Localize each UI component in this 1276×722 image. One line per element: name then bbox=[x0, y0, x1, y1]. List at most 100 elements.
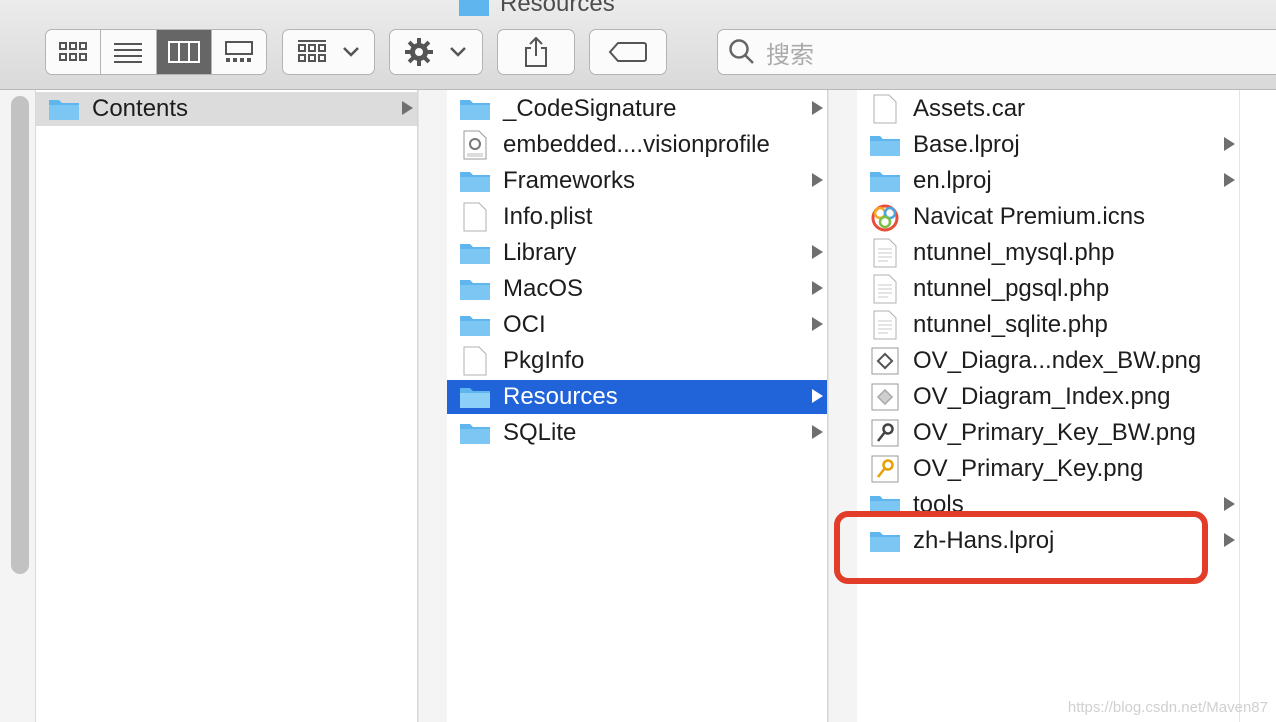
list-item-contents[interactable]: Contents bbox=[36, 92, 417, 126]
folder-icon bbox=[869, 167, 901, 195]
column-view-button[interactable] bbox=[156, 30, 212, 74]
gear-icon bbox=[405, 38, 433, 66]
diagram-image-icon bbox=[869, 383, 901, 411]
disclosure-arrow-icon bbox=[812, 173, 823, 187]
list-item-label: OV_Primary_Key.png bbox=[913, 455, 1144, 482]
list-item-label: Library bbox=[503, 239, 577, 266]
disclosure-arrow-icon bbox=[1224, 173, 1235, 187]
search-placeholder: 搜索 bbox=[766, 41, 814, 69]
list-item-ntunnel-pgsql[interactable]: ntunnel_pgsql.php bbox=[857, 272, 1239, 306]
folder-icon bbox=[459, 0, 489, 16]
watermark: https://blog.csdn.net/Maven87 bbox=[1067, 699, 1268, 716]
column-1: Contents bbox=[36, 90, 418, 722]
disclosure-arrow-icon bbox=[1224, 533, 1235, 547]
list-item-label: Resources bbox=[503, 383, 618, 410]
annotation-highlight-box bbox=[834, 511, 1208, 584]
list-item-ntunnel-sqlite[interactable]: ntunnel_sqlite.php bbox=[857, 308, 1239, 342]
list-item-embedded-provisionprofile[interactable]: embedded....visionprofile bbox=[447, 128, 827, 162]
list-item-label: PkgInfo bbox=[503, 347, 585, 374]
disclosure-arrow-icon bbox=[812, 101, 823, 115]
list-item-macos[interactable]: MacOS bbox=[447, 272, 827, 306]
folder-icon bbox=[459, 311, 491, 339]
list-item-library[interactable]: Library bbox=[447, 236, 827, 270]
folder-icon bbox=[459, 239, 491, 267]
navicat-app-icon bbox=[869, 203, 901, 232]
list-item-ov-primary-key[interactable]: OV_Primary_Key.png bbox=[857, 452, 1239, 486]
text-file-icon bbox=[869, 310, 901, 340]
diagram-image-icon bbox=[869, 347, 901, 375]
list-view-button[interactable] bbox=[101, 30, 157, 74]
tag-icon bbox=[608, 42, 647, 62]
list-item-info-plist[interactable]: Info.plist bbox=[447, 200, 827, 234]
group-grid-icon bbox=[297, 40, 326, 62]
list-item-label: Contents bbox=[92, 95, 189, 122]
list-item-navicat-icns[interactable]: Navicat Premium.icns bbox=[857, 200, 1239, 234]
window-title: Resources bbox=[458, 0, 615, 18]
list-item-frameworks[interactable]: Frameworks bbox=[447, 164, 827, 198]
list-item-resources[interactable]: Resources bbox=[447, 380, 827, 414]
share-icon bbox=[525, 36, 547, 67]
list-item-label: OV_Diagram_Index.png bbox=[913, 383, 1171, 410]
list-item-codesignature[interactable]: _CodeSignature bbox=[447, 92, 827, 126]
file-icon bbox=[459, 346, 491, 376]
folder-icon bbox=[459, 167, 491, 195]
column-divider[interactable] bbox=[418, 90, 447, 722]
search-icon bbox=[729, 39, 754, 64]
list-item-label: Assets.car bbox=[913, 95, 1026, 122]
list-item-label: _CodeSignature bbox=[503, 95, 677, 122]
folder-icon bbox=[48, 95, 80, 123]
list-item-ov-diagram-index[interactable]: OV_Diagram_Index.png bbox=[857, 380, 1239, 414]
column-3: Assets.car Base.lproj en.lproj Navicat P… bbox=[857, 90, 1239, 722]
disclosure-arrow-icon bbox=[1224, 497, 1235, 511]
view-mode-selector[interactable] bbox=[45, 29, 267, 75]
disclosure-arrow-icon bbox=[812, 245, 823, 259]
folder-icon bbox=[459, 383, 491, 411]
scrollbar-thumb[interactable] bbox=[11, 96, 29, 574]
list-item-pkginfo[interactable]: PkgInfo bbox=[447, 344, 827, 378]
sidebar-scrollbar[interactable] bbox=[0, 90, 36, 722]
folder-icon bbox=[869, 131, 901, 159]
list-item-label: MacOS bbox=[503, 275, 584, 302]
list-item-label: ntunnel_pgsql.php bbox=[913, 275, 1110, 302]
disclosure-arrow-icon bbox=[812, 425, 823, 439]
disclosure-arrow-icon bbox=[1224, 137, 1235, 151]
chevron-down-icon bbox=[450, 47, 466, 57]
disclosure-arrow-icon bbox=[812, 389, 823, 403]
list-item-label: ntunnel_sqlite.php bbox=[913, 311, 1108, 338]
icon-view-icon bbox=[59, 42, 88, 61]
text-file-icon bbox=[869, 238, 901, 268]
share-button[interactable] bbox=[497, 29, 575, 75]
column-divider[interactable] bbox=[828, 90, 857, 722]
list-item-label: OCI bbox=[503, 311, 546, 338]
chevron-down-icon bbox=[342, 47, 359, 57]
icon-view-button[interactable] bbox=[46, 30, 102, 74]
disclosure-arrow-icon bbox=[812, 317, 823, 331]
list-item-ov-diagram-index-bw[interactable]: OV_Diagra...ndex_BW.png bbox=[857, 344, 1239, 378]
column-view-icon bbox=[167, 41, 200, 63]
list-item-label: OV_Primary_Key_BW.png bbox=[913, 419, 1196, 446]
list-item-ov-primary-key-bw[interactable]: OV_Primary_Key_BW.png bbox=[857, 416, 1239, 450]
gallery-view-button[interactable] bbox=[212, 30, 266, 74]
search-field[interactable]: 搜索 bbox=[717, 29, 1276, 75]
list-item-label: Info.plist bbox=[503, 203, 593, 230]
gallery-view-icon bbox=[224, 41, 253, 62]
list-item-label: Navicat Premium.icns bbox=[913, 203, 1146, 230]
finder-toolbar: Resources 搜索 bbox=[0, 0, 1276, 90]
disclosure-arrow-icon bbox=[402, 101, 413, 115]
list-item-sqlite[interactable]: SQLite bbox=[447, 416, 827, 450]
disclosure-arrow-icon bbox=[812, 281, 823, 295]
list-item-assets-car[interactable]: Assets.car bbox=[857, 92, 1239, 126]
list-item-ntunnel-mysql[interactable]: ntunnel_mysql.php bbox=[857, 236, 1239, 270]
file-icon bbox=[869, 94, 901, 124]
tag-button[interactable] bbox=[589, 29, 667, 75]
list-item-base-lproj[interactable]: Base.lproj bbox=[857, 128, 1239, 162]
text-file-icon bbox=[869, 274, 901, 304]
group-button[interactable] bbox=[282, 29, 375, 75]
column-2: _CodeSignature embedded....visionprofile… bbox=[447, 90, 828, 722]
list-item-en-lproj[interactable]: en.lproj bbox=[857, 164, 1239, 198]
list-item-oci[interactable]: OCI bbox=[447, 308, 827, 342]
action-button[interactable] bbox=[389, 29, 483, 75]
list-item-label: ntunnel_mysql.php bbox=[913, 239, 1115, 266]
list-view-icon bbox=[114, 43, 143, 63]
column-divider[interactable] bbox=[1239, 90, 1276, 722]
